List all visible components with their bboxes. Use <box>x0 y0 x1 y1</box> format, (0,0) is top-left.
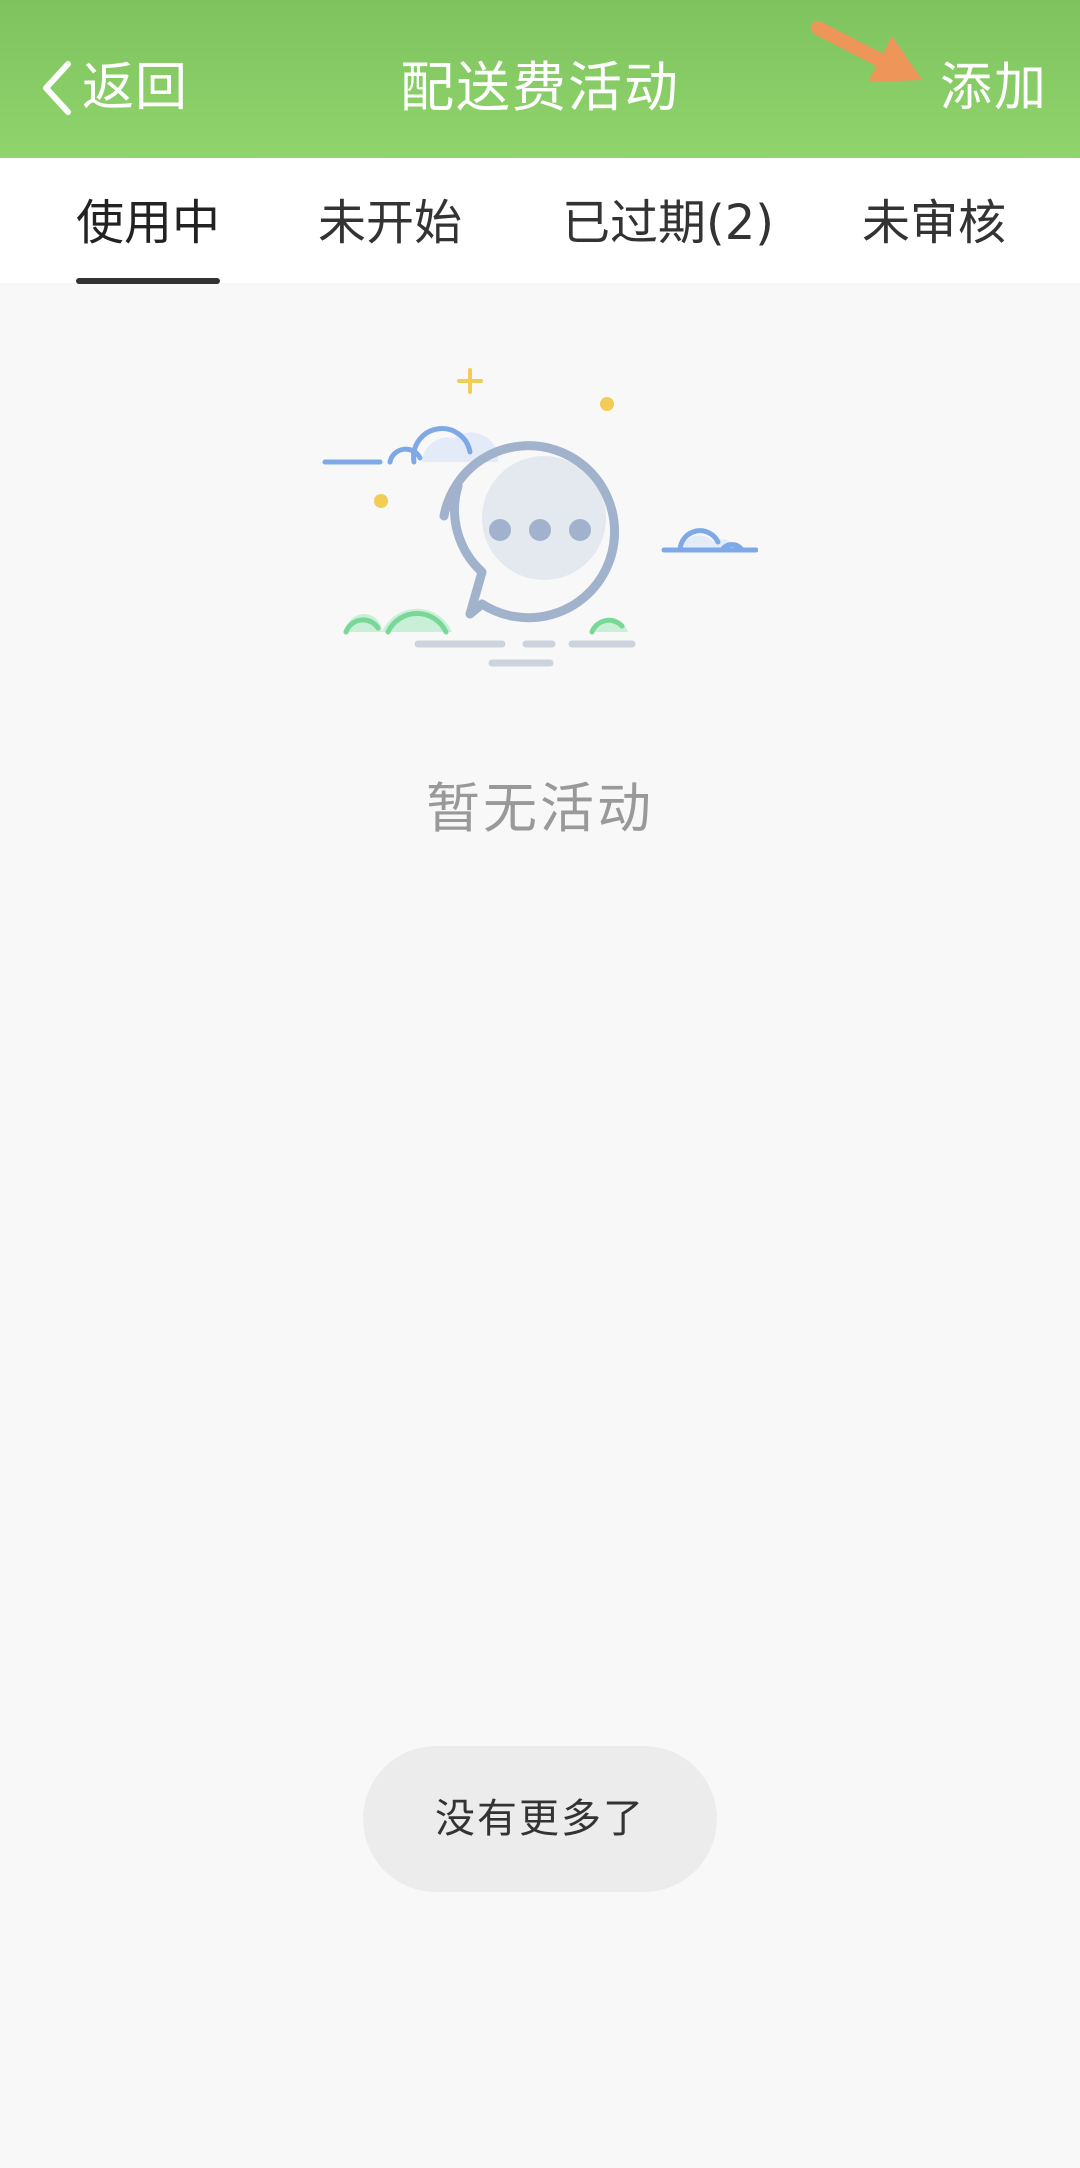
top-bar: 返回 配送费活动 添加 <box>0 0 1080 158</box>
tab-in-use[interactable]: 使用中 <box>76 158 220 283</box>
tab-unreviewed[interactable]: 未审核 <box>862 158 1006 283</box>
cloud-icon <box>661 528 758 553</box>
tab-bar: 使用中 未开始 已过期(2) 未审核 <box>0 158 1080 284</box>
chat-bubble-icon <box>322 368 758 667</box>
tab-expired[interactable]: 已过期(2) <box>562 158 774 283</box>
sparkle-icon <box>457 368 483 394</box>
active-tab-indicator <box>76 278 220 284</box>
empty-state-message: 暂无活动 <box>426 777 654 840</box>
arrow-icon <box>811 21 922 82</box>
cloud-icon <box>322 426 498 465</box>
add-button[interactable]: 添加 <box>940 48 1048 128</box>
tab-not-started[interactable]: 未开始 <box>318 158 462 283</box>
no-more-indicator: 没有更多了 <box>363 1746 717 1892</box>
bush-icon <box>343 608 628 635</box>
